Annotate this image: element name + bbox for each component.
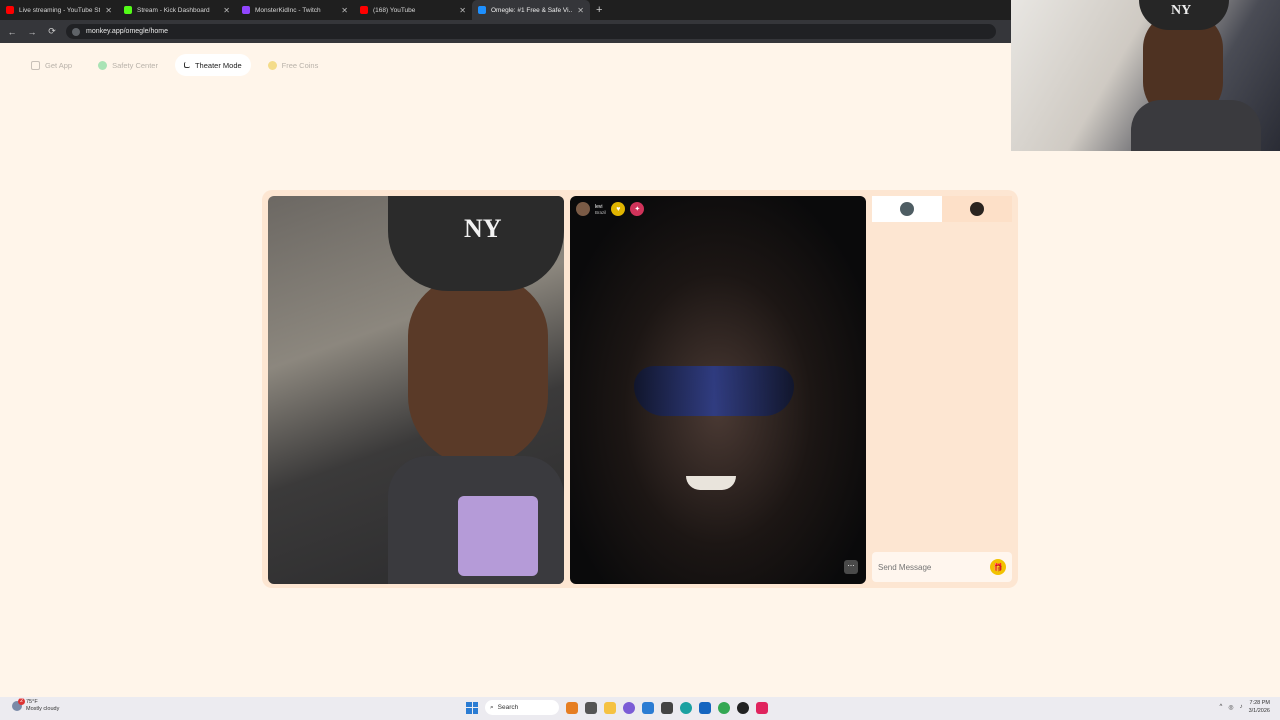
local-video: NY	[268, 196, 564, 584]
video-chat-stage: NY levi Brazil ♥ ✦ ⋯ 🎁	[262, 190, 1018, 588]
new-tab-button[interactable]: +	[596, 4, 602, 16]
streamer-cap-logo: NY	[1171, 3, 1192, 18]
send-message-input[interactable]	[878, 562, 978, 572]
reload-icon[interactable]: ⟳	[46, 26, 58, 37]
weather-widget[interactable]: 2 75°F Mostly cloudy	[12, 698, 59, 713]
taskbar: 2 75°F Mostly cloudy ⌕ Search ^ ◎ ♪ 7:28…	[0, 697, 1280, 720]
clock-date: 3/1/2026	[1248, 708, 1270, 714]
remote-user-text: levi Brazil	[595, 204, 606, 215]
tiktok-icon[interactable]	[756, 701, 768, 714]
tab-title: Live streaming - YouTube Studio	[19, 6, 100, 14]
tab-youtube-studio[interactable]: Live streaming - YouTube Studio ✕	[0, 0, 118, 20]
widgets-icon[interactable]	[566, 701, 578, 714]
system-tray: ^ ◎ ♪ 7:28 PM 3/1/2026	[1220, 699, 1271, 715]
expand-icon	[183, 62, 190, 68]
youtube-icon	[360, 6, 368, 14]
page-nav: Get App Safety Center Theater Mode Free …	[22, 54, 327, 76]
close-icon[interactable]: ✕	[341, 6, 348, 15]
remote-user-sunglasses	[634, 366, 794, 416]
copilot-icon[interactable]	[623, 701, 635, 714]
taskbar-search[interactable]: ⌕ Search	[485, 700, 559, 715]
taskbar-apps: ⌕ Search	[466, 700, 768, 715]
phone-icon	[31, 60, 40, 70]
remote-user-country: Brazil	[595, 209, 607, 215]
other-user-avatar	[970, 202, 984, 216]
theater-mode-button[interactable]: Theater Mode	[174, 54, 251, 76]
gift-badge-icon[interactable]: ✦	[630, 202, 645, 216]
shield-icon	[98, 60, 108, 70]
clock-time: 7:28 PM	[1249, 700, 1270, 706]
twitch-icon	[242, 6, 250, 14]
media-icon[interactable]	[661, 701, 673, 714]
windows-start-icon[interactable]	[466, 701, 478, 714]
cloud-icon: 2	[12, 698, 25, 711]
remote-user-avatar	[900, 202, 914, 216]
file-explorer-icon[interactable]	[604, 701, 616, 714]
tab-title: (168) YouTube	[373, 6, 416, 14]
weather-temp: 75°F	[26, 699, 38, 705]
url-field[interactable]: monkey.app/omegle/home	[66, 24, 996, 39]
tab-kick-dashboard[interactable]: Stream - Kick Dashboard ✕	[118, 0, 236, 20]
search-icon: ⌕	[490, 703, 494, 711]
remote-user-info: levi Brazil ♥ ✦	[576, 202, 645, 216]
chat-tab-other-user[interactable]	[942, 196, 1012, 222]
free-coins-button[interactable]: Free Coins	[259, 54, 328, 76]
coin-icon	[267, 60, 277, 70]
streamer-shirt	[1131, 100, 1261, 151]
task-view-icon[interactable]	[585, 701, 597, 714]
chevron-up-icon[interactable]: ^	[1220, 704, 1223, 710]
heart-icon[interactable]: ♥	[611, 202, 626, 216]
search-label: Search	[497, 704, 519, 711]
tab-twitch[interactable]: MonsterKidInc - Twitch ✕	[236, 0, 354, 20]
streamer-webcam-overlay: NY	[1011, 0, 1280, 151]
network-icon[interactable]: ◎	[1228, 704, 1233, 711]
cap-logo: NY	[464, 214, 502, 243]
free-coins-label: Free Coins	[281, 60, 319, 70]
url-text: monkey.app/omegle/home	[86, 28, 168, 35]
get-app-label: Get App	[45, 60, 73, 70]
close-icon[interactable]: ✕	[459, 6, 466, 15]
remote-user-avatar[interactable]	[576, 202, 590, 216]
edge-icon[interactable]	[680, 701, 692, 714]
shirt-artwork	[458, 496, 538, 576]
gift-icon[interactable]: 🎁	[990, 559, 1006, 575]
weather-desc: Mostly cloudy	[26, 706, 60, 712]
site-info-icon[interactable]	[72, 27, 80, 36]
chat-tabs	[872, 196, 1012, 222]
omegle-icon	[478, 6, 486, 14]
obs-icon[interactable]	[737, 701, 749, 714]
kick-icon	[124, 6, 132, 14]
chat-toggle-icon[interactable]: ⋯	[844, 560, 858, 574]
tab-title: Omegle: #1 Free & Safe Vi...	[491, 6, 573, 14]
chat-panel: 🎁	[872, 196, 1012, 582]
notification-badge: 2	[18, 698, 25, 705]
local-user-face	[408, 276, 548, 466]
tab-title: MonsterKidInc - Twitch	[255, 6, 321, 14]
safety-center-button[interactable]: Safety Center	[89, 54, 167, 76]
safety-center-label: Safety Center	[112, 60, 158, 70]
tab-omegle[interactable]: Omegle: #1 Free & Safe Vi... ✕	[472, 0, 590, 20]
mail-icon[interactable]	[642, 701, 654, 714]
remote-video: levi Brazil ♥ ✦ ⋯	[570, 196, 866, 584]
close-icon[interactable]: ✕	[577, 6, 584, 15]
tab-title: Stream - Kick Dashboard	[137, 6, 210, 14]
chrome-icon[interactable]	[718, 701, 730, 714]
chat-tab-remote-user[interactable]	[872, 196, 942, 222]
weather-text: 75°F Mostly cloudy	[26, 699, 59, 713]
close-icon[interactable]: ✕	[105, 6, 112, 15]
forward-icon[interactable]: →	[26, 27, 38, 37]
message-composer: 🎁	[872, 552, 1012, 582]
youtube-icon	[6, 6, 14, 14]
volume-icon[interactable]: ♪	[1240, 704, 1243, 710]
get-app-button[interactable]: Get App	[22, 54, 81, 76]
back-icon[interactable]: ←	[6, 27, 18, 37]
close-icon[interactable]: ✕	[223, 6, 230, 15]
remote-user-smile	[686, 476, 736, 490]
theater-mode-label: Theater Mode	[194, 60, 242, 70]
store-icon[interactable]	[699, 701, 711, 714]
tab-youtube[interactable]: (168) YouTube ✕	[354, 0, 472, 20]
clock[interactable]: 7:28 PM 3/1/2026	[1249, 699, 1270, 715]
